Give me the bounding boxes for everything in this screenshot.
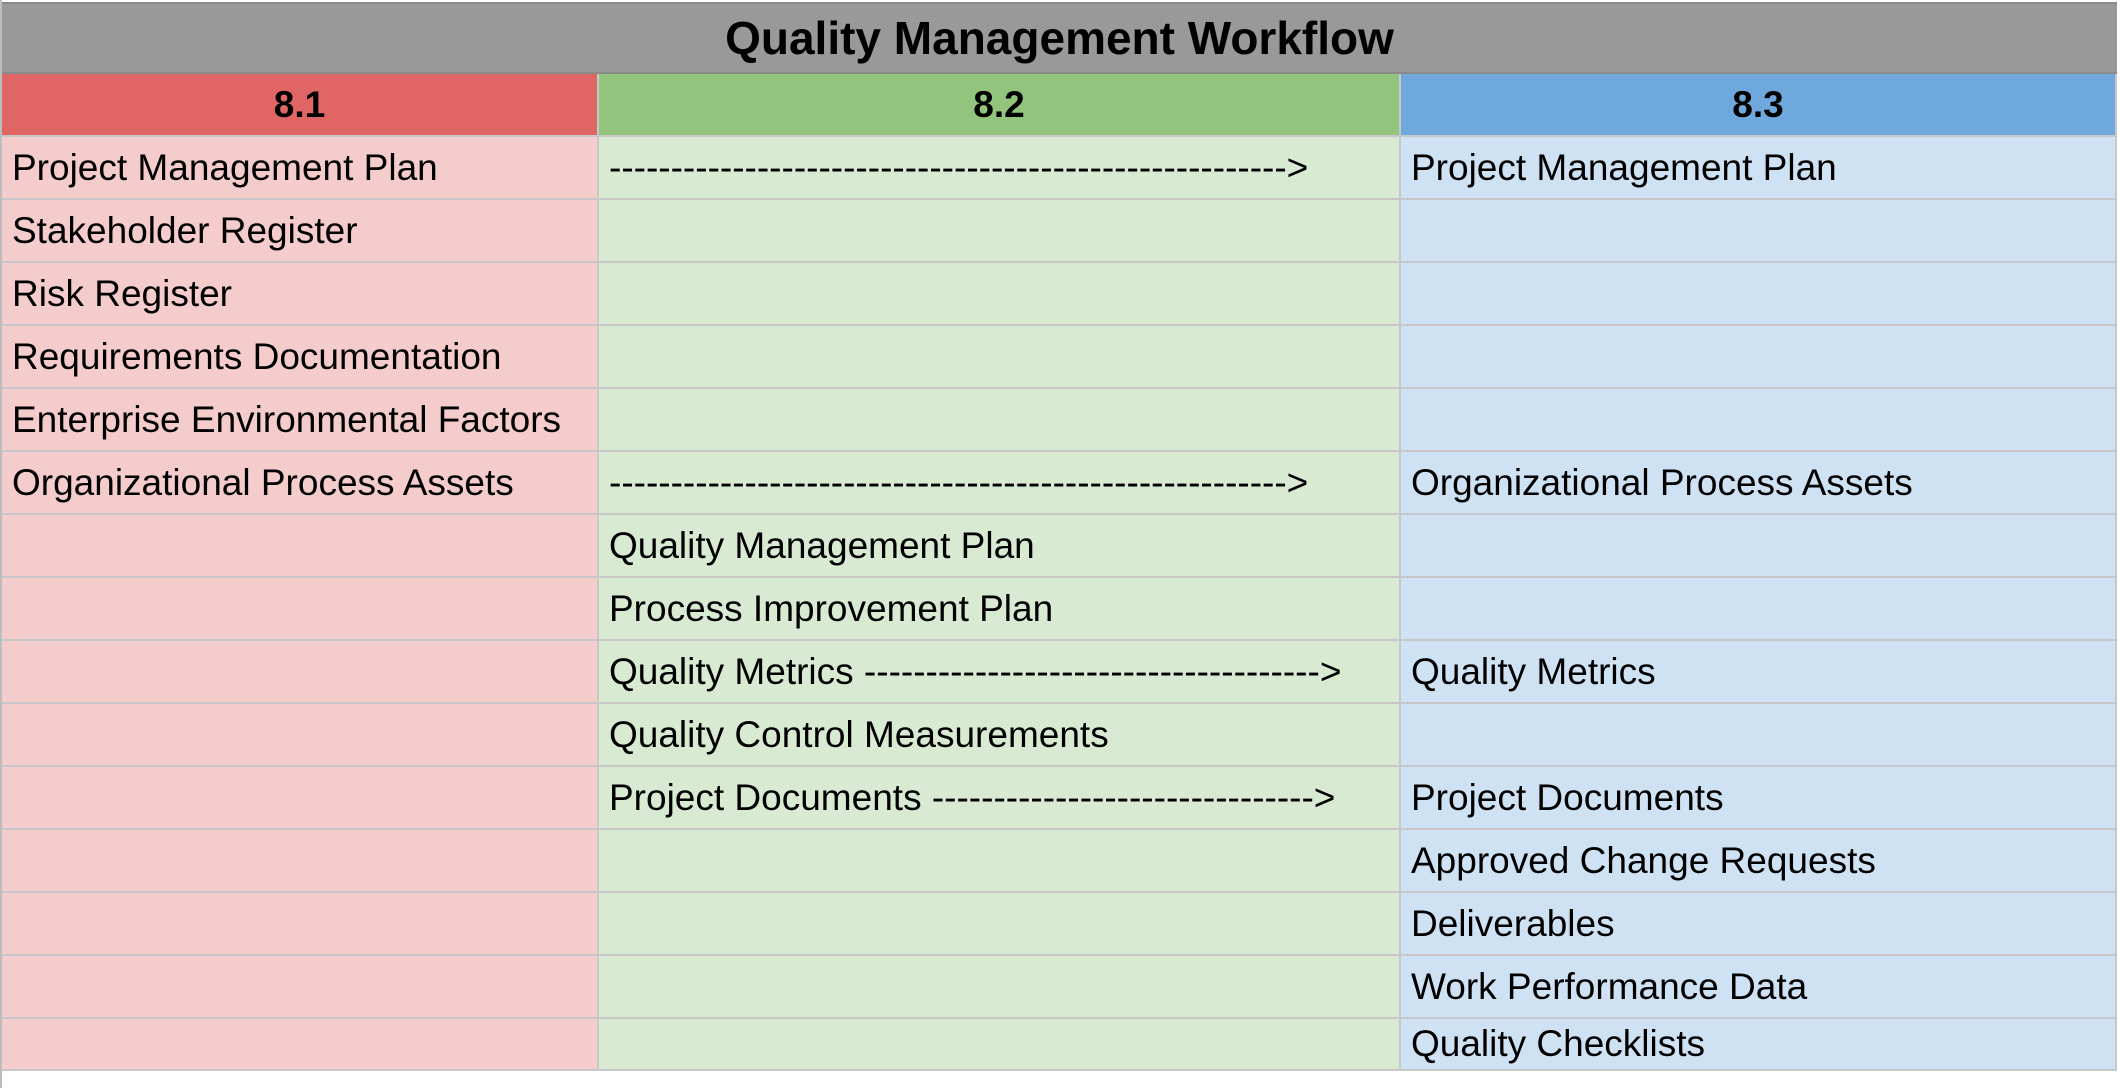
cell-8-3[interactable]: Organizational Process Assets (1401, 452, 2117, 515)
sheet-title[interactable]: Quality Management Workflow (2, 2, 2117, 74)
cell-8-2[interactable]: Quality Metrics ------------------------… (599, 641, 1401, 704)
cell-8-3[interactable] (1401, 515, 2117, 578)
cell-8-2[interactable] (599, 1019, 1401, 1071)
table-row: Quality Control Measurements (2, 704, 2117, 767)
header-8-1[interactable]: 8.1 (2, 74, 599, 137)
cell-8-3[interactable] (1401, 389, 2117, 452)
cell-8-2[interactable]: ----------------------------------------… (599, 452, 1401, 515)
cell-8-1[interactable]: Organizational Process Assets (2, 452, 599, 515)
cell-8-1[interactable] (2, 893, 599, 956)
cell-8-2[interactable] (599, 200, 1401, 263)
cell-8-2[interactable]: ----------------------------------------… (599, 137, 1401, 200)
spreadsheet: Quality Management Workflow 8.1 8.2 8.3 … (0, 0, 2120, 1088)
cell-8-1[interactable]: Risk Register (2, 263, 599, 326)
table-row: Organizational Process Assets ----------… (2, 452, 2117, 515)
cell-8-2[interactable]: Project Documents ----------------------… (599, 767, 1401, 830)
cell-8-1[interactable] (2, 641, 599, 704)
cell-8-2[interactable] (599, 389, 1401, 452)
cell-8-3[interactable]: Project Management Plan (1401, 137, 2117, 200)
cell-8-2[interactable]: Quality Management Plan (599, 515, 1401, 578)
cell-8-3[interactable]: Project Documents (1401, 767, 2117, 830)
table-row: Enterprise Environmental Factors (2, 389, 2117, 452)
cell-8-3[interactable]: Work Performance Data (1401, 956, 2117, 1019)
cell-8-3[interactable] (1401, 263, 2117, 326)
header-8-3[interactable]: 8.3 (1401, 74, 2117, 137)
cell-8-1[interactable]: Stakeholder Register (2, 200, 599, 263)
table-row: Quality Checklists (2, 1019, 2117, 1082)
table-row: Requirements Documentation (2, 326, 2117, 389)
table-row: Work Performance Data (2, 956, 2117, 1019)
cell-8-2[interactable] (599, 830, 1401, 893)
cell-8-3[interactable]: Quality Metrics (1401, 641, 2117, 704)
cell-8-3[interactable] (1401, 578, 2117, 641)
table-row: Project Management Plan ----------------… (2, 137, 2117, 200)
cell-8-1[interactable] (2, 767, 599, 830)
cell-8-2[interactable]: Quality Control Measurements (599, 704, 1401, 767)
cell-8-1[interactable] (2, 830, 599, 893)
cell-8-1[interactable]: Project Management Plan (2, 137, 599, 200)
workflow-table: 8.1 8.2 8.3 Project Management Plan ----… (2, 74, 2117, 1082)
cell-8-3[interactable] (1401, 704, 2117, 767)
cell-8-1[interactable]: Enterprise Environmental Factors (2, 389, 599, 452)
cell-8-1[interactable]: Requirements Documentation (2, 326, 599, 389)
cell-8-1[interactable] (2, 956, 599, 1019)
cell-8-1[interactable] (2, 578, 599, 641)
cell-8-3[interactable]: Quality Checklists (1401, 1019, 2117, 1071)
table-row: Project Documents ----------------------… (2, 767, 2117, 830)
cell-8-3[interactable]: Deliverables (1401, 893, 2117, 956)
cell-8-2[interactable] (599, 956, 1401, 1019)
table-row: Quality Management Plan (2, 515, 2117, 578)
cell-8-2[interactable] (599, 326, 1401, 389)
table-row: Process Improvement Plan (2, 578, 2117, 641)
cell-8-1[interactable] (2, 704, 599, 767)
cell-8-1[interactable] (2, 515, 599, 578)
table-row: Stakeholder Register (2, 200, 2117, 263)
cell-8-2[interactable]: Process Improvement Plan (599, 578, 1401, 641)
cell-8-2[interactable] (599, 263, 1401, 326)
table-row: Approved Change Requests (2, 830, 2117, 893)
cell-8-2[interactable] (599, 893, 1401, 956)
table-row: Risk Register (2, 263, 2117, 326)
cell-8-3[interactable]: Approved Change Requests (1401, 830, 2117, 893)
header-8-2[interactable]: 8.2 (599, 74, 1401, 137)
cell-8-1[interactable] (2, 1019, 599, 1071)
header-row: 8.1 8.2 8.3 (2, 74, 2117, 137)
table-row: Quality Metrics ------------------------… (2, 641, 2117, 704)
cell-8-3[interactable] (1401, 326, 2117, 389)
table-row: Deliverables (2, 893, 2117, 956)
cell-8-3[interactable] (1401, 200, 2117, 263)
